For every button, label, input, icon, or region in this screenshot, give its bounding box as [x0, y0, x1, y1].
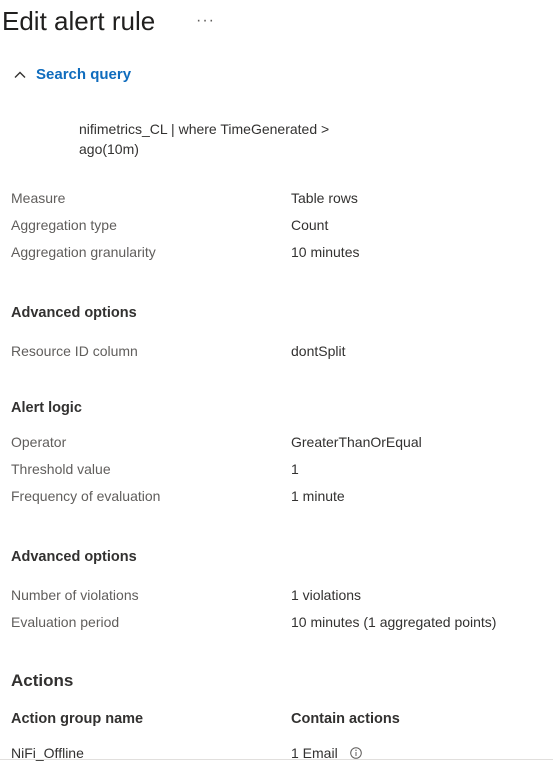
row-value: GreaterThanOrEqual — [291, 434, 422, 450]
advanced-options-heading: Advanced options — [11, 305, 137, 321]
row-value: 1 — [291, 461, 299, 477]
row-value: 1 minute — [291, 488, 345, 504]
operator-row: Operator GreaterThanOrEqual — [11, 434, 541, 454]
resource-id-column-row: Resource ID column dontSplit — [11, 343, 541, 363]
alert-logic-heading: Alert logic — [11, 400, 82, 416]
row-label: Resource ID column — [11, 343, 138, 359]
number-of-violations-row: Number of violations 1 violations — [11, 587, 541, 607]
measure-row: Measure Table rows — [11, 190, 541, 210]
row-value: 1 violations — [291, 587, 362, 603]
search-query-label: Search query — [36, 66, 132, 83]
page-title: Edit alert rule — [2, 6, 156, 36]
row-value: 10 minutes — [291, 244, 360, 260]
action-group-row: NiFi_Offline 1 Email — [11, 745, 541, 765]
row-label: Threshold value — [11, 461, 111, 477]
chevron-up-icon — [14, 71, 26, 78]
bottom-divider — [0, 759, 553, 760]
row-value: 10 minutes (1 aggregated points) — [291, 614, 497, 630]
row-value: dontSplit — [291, 343, 346, 359]
row-label: Evaluation period — [11, 614, 120, 630]
aggregation-granularity-row: Aggregation granularity 10 minutes — [11, 244, 541, 264]
row-label: Number of violations — [11, 587, 139, 603]
row-label: Aggregation granularity — [11, 244, 156, 260]
evaluation-period-row: Evaluation period 10 minutes (1 aggregat… — [11, 614, 541, 634]
contain-actions-header: Contain actions — [291, 711, 400, 727]
edit-alert-rule-page: Edit alert rule ··· Search query nifimet… — [0, 0, 553, 768]
search-query-text: nifimetrics_CL | where TimeGenerated > a… — [79, 121, 330, 157]
row-value: Count — [291, 217, 329, 233]
info-icon[interactable] — [349, 747, 362, 759]
row-label: Measure — [11, 190, 66, 206]
row-label: Frequency of evaluation — [11, 488, 161, 504]
row-value: Table rows — [291, 190, 358, 206]
row-label: Aggregation type — [11, 217, 117, 233]
threshold-value-row: Threshold value 1 — [11, 461, 541, 481]
more-options-icon[interactable]: ··· — [196, 12, 215, 30]
frequency-row: Frequency of evaluation 1 minute — [11, 488, 541, 508]
action-group-name-header: Action group name — [11, 711, 144, 727]
search-query-toggle[interactable]: Search query — [12, 66, 131, 83]
row-label: Operator — [11, 434, 67, 450]
advanced-options-heading-2: Advanced options — [11, 549, 137, 565]
aggregation-type-row: Aggregation type Count — [11, 217, 541, 237]
actions-heading: Actions — [11, 671, 74, 690]
